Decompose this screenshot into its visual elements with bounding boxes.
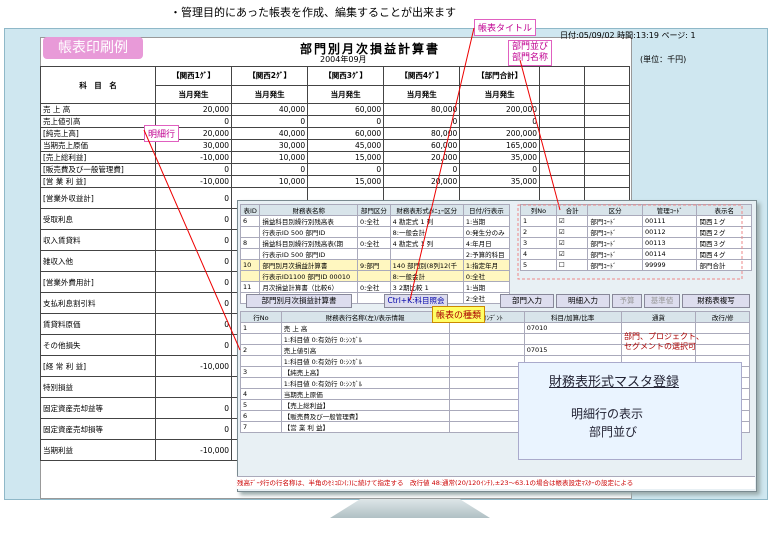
pointer-lines (143, 27, 743, 351)
